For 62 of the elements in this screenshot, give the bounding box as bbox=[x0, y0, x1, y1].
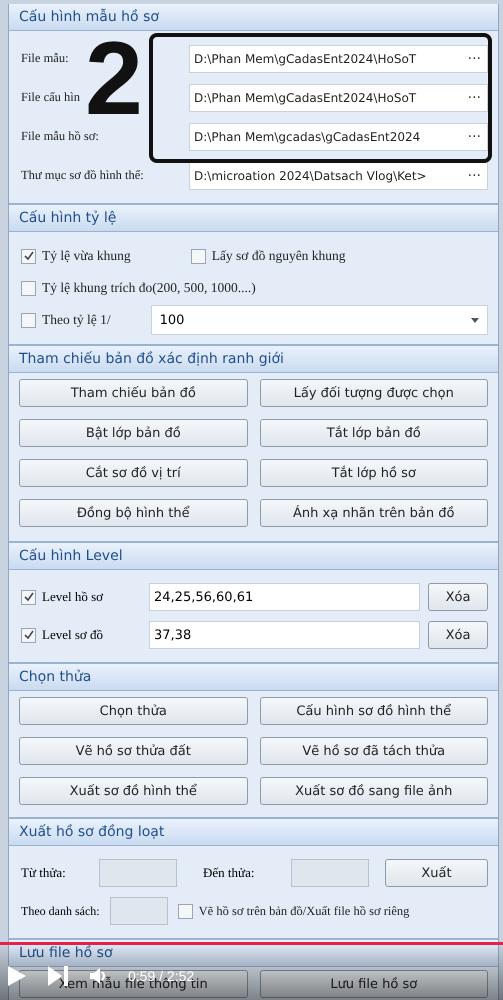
section-header: Cấu hình Level bbox=[9, 543, 498, 570]
section-header: Chọn thửa bbox=[9, 664, 498, 691]
action-button[interactable]: Chọn thửa bbox=[19, 697, 248, 725]
checkbox-label: Tỷ lệ vừa khung bbox=[42, 248, 131, 264]
checkbox-label: Lấy sơ đồ nguyên khung bbox=[212, 248, 346, 264]
action-button[interactable]: Tắt lớp bản đồ bbox=[260, 419, 488, 447]
play-icon[interactable] bbox=[8, 966, 26, 986]
field-label: Đến thửa: bbox=[203, 865, 256, 881]
section-header: Cấu hình mẫu hồ sơ bbox=[9, 4, 498, 31]
field-label: Từ thửa: bbox=[21, 865, 67, 881]
input-field[interactable] bbox=[291, 859, 369, 887]
browse-button[interactable]: ··· bbox=[466, 128, 483, 144]
action-button[interactable]: Ánh xạ nhãn trên bản đồ bbox=[260, 499, 488, 527]
section-header: Cấu hình tỷ lệ bbox=[9, 205, 498, 232]
clear-button[interactable]: Xóa bbox=[428, 621, 488, 649]
checkbox[interactable] bbox=[21, 248, 36, 264]
action-button[interactable]: Lấy đối tượng được chọn bbox=[260, 379, 488, 407]
action-button[interactable]: Tham chiếu bản đồ bbox=[19, 379, 248, 407]
browse-button[interactable]: ··· bbox=[466, 90, 483, 106]
section-header: Tham chiếu bản đồ xác định ranh giới bbox=[9, 346, 498, 373]
checkbox-label: Theo tỷ lệ 1/ bbox=[42, 312, 111, 328]
checkbox[interactable] bbox=[21, 312, 36, 328]
action-button[interactable]: Bật lớp bản đồ bbox=[19, 419, 248, 447]
path-field[interactable]: D:\Phan Mem\gCadasEnt2024\HoSoT ··· bbox=[189, 44, 488, 72]
path-field[interactable]: D:\microation 2024\Datsach Vlog\Ket> ··· bbox=[189, 162, 488, 190]
field-label: File mẫu: bbox=[21, 51, 70, 66]
step-number: 2 bbox=[85, 33, 143, 125]
browse-button[interactable]: ··· bbox=[466, 168, 483, 184]
input-field[interactable] bbox=[99, 859, 177, 887]
field-label: Theo danh sách: bbox=[21, 904, 100, 918]
action-button[interactable]: Cắt sơ đồ vị trí bbox=[19, 459, 248, 487]
path-field[interactable]: D:\Phan Mem\gcadas\gCadasEnt2024 ··· bbox=[189, 122, 488, 150]
clear-button[interactable]: Xóa bbox=[428, 583, 488, 611]
level-field[interactable]: 37,38 bbox=[149, 621, 420, 649]
action-button[interactable]: Xuất sơ đồ hình thể bbox=[19, 777, 248, 805]
input-field[interactable] bbox=[110, 897, 168, 925]
action-button[interactable]: Tắt lớp hồ sơ bbox=[260, 459, 488, 487]
browse-button[interactable]: ··· bbox=[466, 50, 483, 66]
scale-dropdown[interactable]: 100 bbox=[150, 305, 488, 335]
path-field[interactable]: D:\Phan Mem\gCadasEnt2024\HoSoT ··· bbox=[189, 84, 488, 112]
checkbox[interactable] bbox=[21, 590, 36, 604]
level-field[interactable]: 24,25,56,60,61 bbox=[149, 583, 420, 611]
checkbox[interactable] bbox=[178, 904, 193, 918]
action-button[interactable]: Đồng bộ hình thể bbox=[19, 499, 248, 527]
checkbox-label: Vẽ hồ sơ trên bản đồ/Xuất file hồ sơ riêng bbox=[198, 904, 410, 918]
field-label: File mẫu hồ sơ: bbox=[21, 129, 100, 144]
checkbox[interactable] bbox=[21, 280, 36, 296]
action-button[interactable]: Lưu file hồ sơ bbox=[260, 970, 488, 998]
action-button[interactable]: Vẽ hồ sơ thửa đất bbox=[19, 737, 248, 765]
checkbox-label: Level hồ sơ bbox=[42, 589, 104, 605]
checkbox-label: Level sơ đồ bbox=[42, 627, 104, 643]
section-header: Xuất hồ sơ đồng loạt bbox=[9, 819, 498, 846]
action-button[interactable]: Vẽ hồ sơ đã tách thửa bbox=[260, 737, 488, 765]
action-button[interactable]: Cấu hình sơ đồ hình thể bbox=[260, 697, 488, 725]
checkbox-label: Tỷ lệ khung trích đo(200, 500, 1000....) bbox=[42, 280, 256, 296]
field-label: File cấu hìn bbox=[21, 90, 82, 105]
caret-icon bbox=[471, 318, 479, 322]
field-label: Thư mục sơ đồ hình thể: bbox=[21, 168, 145, 183]
checkbox[interactable] bbox=[190, 248, 206, 264]
export-button[interactable]: Xuất bbox=[385, 859, 488, 887]
checkbox[interactable] bbox=[21, 628, 36, 642]
action-button[interactable]: Xuất sơ đồ sang file ảnh bbox=[260, 777, 488, 805]
